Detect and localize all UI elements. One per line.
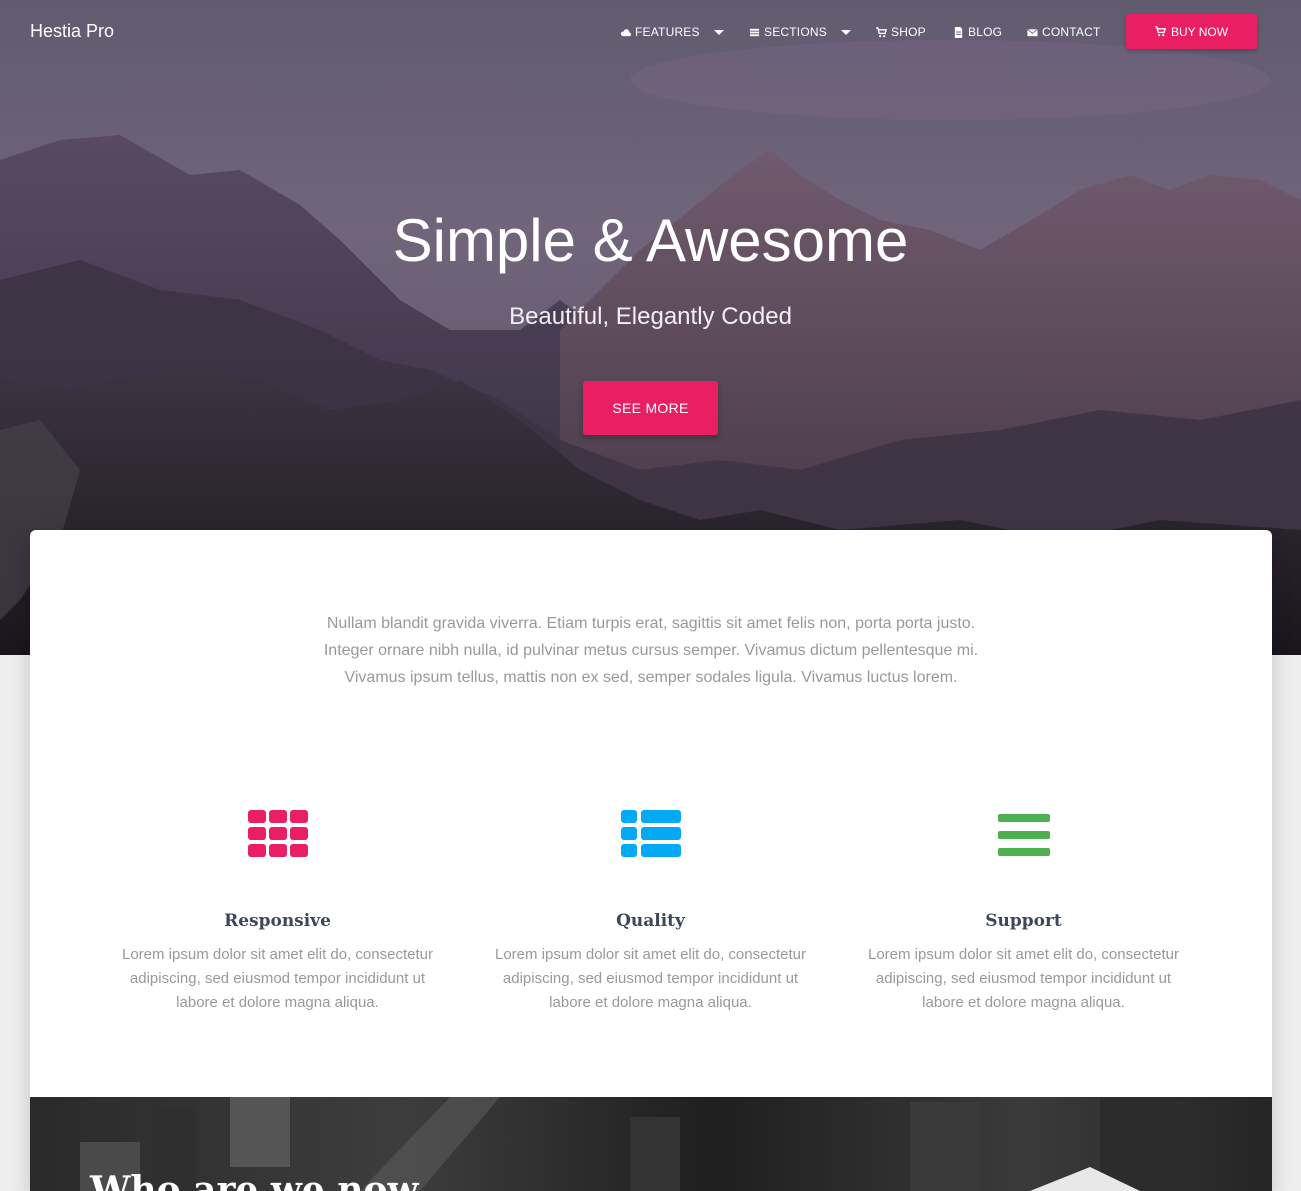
feature-responsive: Responsive Lorem ipsum dolor sit amet el… [91,810,464,1015]
about-title: Who are we now [90,1169,419,1191]
feature-description: Lorem ipsum dolor sit amet elit do, cons… [464,943,837,1015]
see-more-button[interactable]: SEE MORE [583,381,718,435]
nav-features-label: FEATURES [635,25,700,39]
brand-logo[interactable]: Hestia Pro [30,21,114,42]
feature-title: Quality [616,911,685,931]
feature-line: adipiscing, sed eiusmod tempor incididun… [129,970,426,987]
chevron-down-icon [840,29,851,35]
feature-title: Responsive [224,911,331,931]
nav-features[interactable]: FEATURES [620,25,724,39]
feature-description: Lorem ipsum dolor sit amet elit do, cons… [91,943,464,1015]
hero-subtitle: Beautiful, Elegantly Coded [509,303,792,330]
feature-line: labore et dolore magna aliqua. [922,994,1125,1011]
hamburger-icon [997,814,1050,856]
feature-line: adipiscing, sed eiusmod tempor incididun… [875,970,1172,987]
list-icon [749,28,760,36]
feature-quality: Quality Lorem ipsum dolor sit amet elit … [464,810,837,1015]
main-content-card: Nullam blandit gravida viverra. Etiam tu… [30,530,1272,1191]
feature-line: labore et dolore magna aliqua. [549,994,752,1011]
list-view-icon [620,810,681,857]
intro-line: Integer ornare nibh nulla, id pulvinar m… [323,642,979,659]
feature-description: Lorem ipsum dolor sit amet elit do, cons… [837,943,1210,1015]
feature-support: Support Lorem ipsum dolor sit amet elit … [837,810,1210,1015]
intro-text: Nullam blandit gravida viverra. Etiam tu… [30,610,1272,691]
grid-icon [247,810,308,857]
feature-line: Lorem ipsum dolor sit amet elit do, cons… [122,946,433,963]
buy-now-label: BUY NOW [1170,24,1229,39]
nav-shop-label: SHOP [891,25,926,39]
nav-sections-label: SECTIONS [764,25,827,39]
document-icon [954,26,963,38]
buy-now-button[interactable]: BUY NOW [1126,14,1257,49]
intro-line: Nullam blandit gravida viverra. Etiam tu… [326,615,976,632]
nav-blog[interactable]: BLOG [953,25,1002,39]
feature-title: Support [985,911,1062,931]
cloud-icon [620,28,631,36]
cart-icon [876,26,887,37]
intro-line: Vivamus ipsum tellus, mattis non ex sed,… [344,669,958,686]
feature-line: adipiscing, sed eiusmod tempor incididun… [502,970,799,987]
feature-line: Lorem ipsum dolor sit amet elit do, cons… [868,946,1179,963]
nav-sections[interactable]: SECTIONS [749,25,851,39]
feature-line: Lorem ipsum dolor sit amet elit do, cons… [495,946,806,963]
nav-contact-label: CONTACT [1042,25,1101,39]
nav-shop[interactable]: SHOP [876,25,926,39]
about-section: Who are we now [30,1097,1272,1191]
cart-icon [1154,26,1166,37]
nav-contact[interactable]: CONTACT [1027,25,1101,39]
nav-blog-label: BLOG [968,25,1003,39]
chevron-down-icon [713,29,724,35]
hero-title: Simple & Awesome [392,207,909,274]
envelope-icon [1027,28,1038,36]
feature-line: labore et dolore magna aliqua. [176,994,379,1011]
navbar: Hestia Pro FEATURES SECTIONS SHOP BLOG C… [0,0,1301,64]
